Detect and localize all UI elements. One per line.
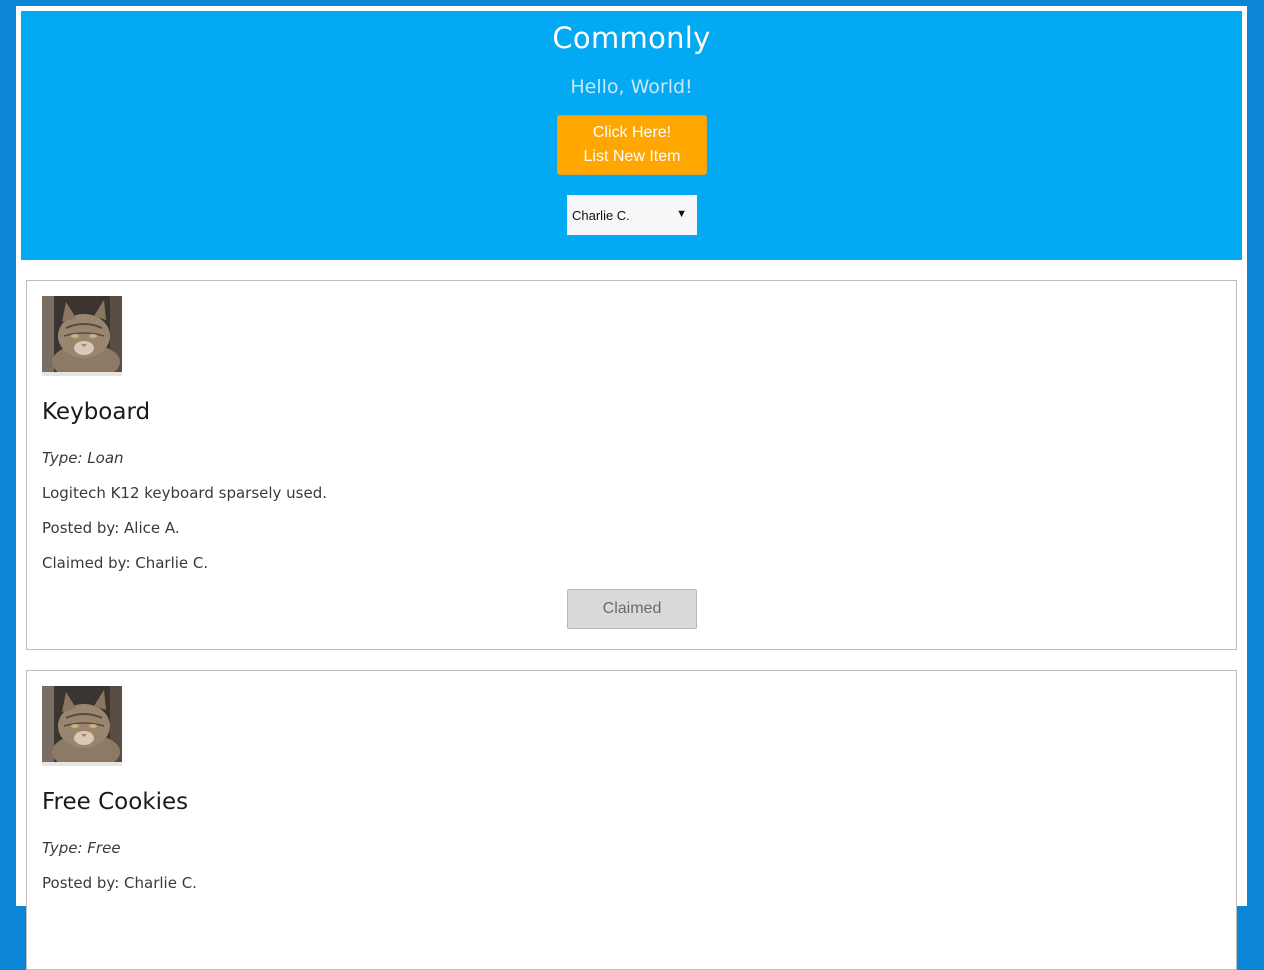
header: Commonly Hello, World! Click Here! List … [21, 11, 1242, 260]
item-title: Free Cookies [42, 789, 189, 815]
page-frame: Commonly Hello, World! Click Here! List … [16, 6, 1247, 970]
greeting-text: Hello, World! [570, 76, 693, 98]
list-button-line1: Click Here! [592, 124, 672, 141]
item-type: Type: Free [42, 839, 121, 857]
item-card: Free Cookies Type: Free Posted by: Charl… [26, 670, 1237, 970]
item-posted-by: Posted by: Alice A. [42, 519, 180, 537]
dropdown-arrow-icon: ▼ [676, 208, 687, 220]
user-select-value: Charlie C. [572, 207, 630, 223]
app-title: Commonly [552, 21, 711, 55]
item-title: Keyboard [42, 399, 151, 425]
item-type: Type: Loan [42, 449, 124, 467]
cat-photo-thumbnail [42, 686, 122, 766]
item-claimed-by: Claimed by: Charlie C. [42, 554, 209, 572]
cat-photo-thumbnail [42, 296, 122, 376]
list-new-item-button[interactable]: Click Here! List New Item [557, 115, 707, 175]
list-button-line2: List New Item [583, 148, 681, 165]
item-posted-by: Posted by: Charlie C. [42, 874, 197, 892]
item-card: Keyboard Type: Loan Logitech K12 keyboar… [26, 280, 1237, 650]
user-select[interactable]: Charlie C. ▼ [567, 195, 697, 235]
item-description: Logitech K12 keyboard sparsely used. [42, 484, 328, 502]
claimed-button[interactable]: Claimed [567, 589, 697, 629]
